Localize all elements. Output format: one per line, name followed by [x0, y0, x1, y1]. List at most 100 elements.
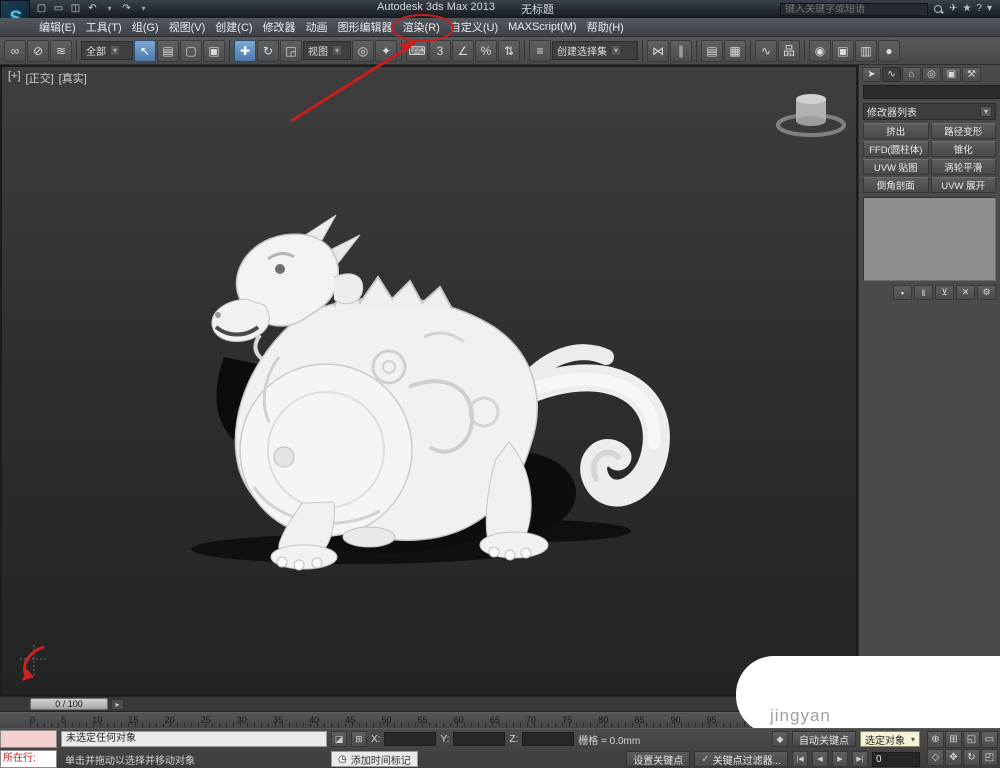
new-scene-button[interactable]: ▢ — [34, 2, 49, 16]
open-file-button[interactable]: ▭ — [51, 2, 66, 16]
maxscript-mini-listener[interactable]: 所在行: — [0, 750, 57, 768]
tab-hierarchy[interactable]: ⌂ — [902, 67, 921, 82]
viewport-shading-menu[interactable]: [真实] — [59, 70, 87, 86]
render-production-button[interactable]: ● — [878, 39, 900, 62]
modifier-button-bevel-profile[interactable]: 倒角剖面 — [863, 177, 929, 193]
search-icon[interactable] — [933, 4, 944, 15]
object-name-input[interactable] — [863, 85, 1000, 99]
make-unique-button[interactable]: ⊻ — [935, 285, 954, 300]
menu-maxscript[interactable]: MAXScript(M) — [503, 18, 581, 36]
set-key-button[interactable]: 设置关键点 — [626, 751, 691, 767]
viewport-general-menu[interactable]: [+] — [8, 70, 21, 86]
unlink-selection-button[interactable]: ⊘ — [27, 39, 49, 62]
redo-button[interactable]: ↷ — [119, 2, 134, 16]
next-frame-button[interactable]: ▸ — [111, 699, 124, 710]
orbit-button[interactable]: ↻ — [963, 749, 980, 766]
rectangular-selection-region-button[interactable]: ▢ — [180, 39, 202, 62]
align-button[interactable]: ∥ — [670, 39, 692, 62]
material-editor-button[interactable]: ◉ — [809, 39, 831, 62]
select-object-button[interactable]: ↖ — [134, 39, 156, 62]
viewport-pov-menu[interactable]: [正交] — [26, 70, 54, 86]
configure-modifier-sets-button[interactable]: ⚙ — [977, 285, 996, 300]
menu-rendering[interactable]: 渲染(R) — [390, 14, 455, 42]
remove-modifier-button[interactable]: ✕ — [956, 285, 975, 300]
tab-create[interactable]: ➤ — [862, 67, 881, 82]
modifier-button-taper[interactable]: 锥化 — [930, 141, 996, 157]
current-frame-input[interactable] — [872, 751, 920, 767]
undo-button[interactable]: ↶ — [85, 2, 100, 16]
layer-manager-button[interactable]: ▤ — [701, 39, 723, 62]
select-and-rotate-button[interactable]: ↻ — [257, 39, 279, 62]
window-crossing-toggle[interactable]: ▣ — [203, 39, 225, 62]
menu-animation[interactable]: 动画 — [301, 18, 333, 36]
modifier-list-dropdown[interactable]: 修改器列表 ▾ — [863, 103, 996, 120]
menu-graph-editors[interactable]: 图形编辑器 — [333, 18, 398, 36]
named-selection-set-dropdown[interactable]: 创建选择集 ▾ — [552, 41, 638, 60]
zoom-all-button[interactable]: ⊞ — [945, 731, 962, 748]
viewcube-widget[interactable] — [774, 87, 848, 139]
perspective-viewport[interactable]: [+] [正交] [真实] — [0, 65, 858, 696]
spinner-snap-toggle[interactable]: ⇅ — [498, 39, 520, 62]
save-file-button[interactable]: ◫ — [68, 2, 83, 16]
show-end-result-button[interactable]: ‖ — [914, 285, 933, 300]
menu-group[interactable]: 组(G) — [127, 18, 164, 36]
favorites-star-icon[interactable]: ★ — [962, 3, 971, 15]
zoom-button[interactable]: ⊕ — [927, 731, 944, 748]
angle-snap-toggle[interactable]: ∠ — [452, 39, 474, 62]
modifier-button-turbosmooth[interactable]: 涡轮平滑 — [930, 159, 996, 175]
zoom-region-button[interactable]: ▭ — [981, 731, 998, 748]
y-coordinate-input[interactable] — [453, 732, 506, 746]
x-coordinate-input[interactable] — [384, 732, 437, 746]
pin-stack-button[interactable]: ▪ — [893, 285, 912, 300]
select-and-scale-button[interactable]: ◲ — [280, 39, 302, 62]
select-and-link-button[interactable]: ∞ — [4, 39, 26, 62]
play-button[interactable]: ▶ — [832, 751, 848, 767]
bind-to-space-warp-button[interactable]: ≋ — [50, 39, 72, 62]
modifier-button-uvw-map[interactable]: UVW 贴图 — [863, 159, 929, 175]
pan-view-button[interactable]: ✥ — [945, 749, 962, 766]
schematic-view-button[interactable]: 品 — [778, 39, 800, 62]
percent-snap-toggle[interactable]: % — [475, 39, 497, 62]
menu-edit[interactable]: 编辑(E) — [34, 18, 81, 36]
track-bar-ruler[interactable]: 0 5 10 15 20 25 30 35 40 45 50 55 60 65 … — [0, 712, 858, 728]
help-dropdown-icon[interactable]: ▾ — [987, 3, 992, 15]
snaps-toggle-button[interactable]: 3 — [429, 39, 451, 62]
key-filters-button[interactable]: ✓ 关键点过滤器... — [694, 751, 788, 767]
tab-motion[interactable]: ◎ — [922, 67, 941, 82]
menu-create[interactable]: 创建(C) — [210, 18, 257, 36]
select-by-name-button[interactable]: ▤ — [157, 39, 179, 62]
add-time-tag-button[interactable]: ◷ 添加时间标记 — [331, 751, 418, 767]
menu-views[interactable]: 视图(V) — [164, 18, 211, 36]
z-coordinate-input[interactable] — [522, 732, 575, 746]
keyboard-shortcut-override-toggle[interactable]: ⌨ — [406, 39, 428, 62]
mirror-button[interactable]: ⋈ — [647, 39, 669, 62]
rendered-frame-window-button[interactable]: ▥ — [855, 39, 877, 62]
tab-utilities[interactable]: ⚒ — [962, 67, 981, 82]
time-slider-handle[interactable]: 0 / 100 — [30, 698, 108, 710]
menu-help[interactable]: 帮助(H) — [582, 18, 629, 36]
tab-modify[interactable]: ∿ — [882, 67, 901, 82]
zoom-extents-button[interactable]: ◱ — [963, 731, 980, 748]
statue-model[interactable] — [184, 207, 714, 587]
modifier-button-ffd-cylinder[interactable]: FFD(圆柱体) — [863, 141, 929, 157]
previous-frame-button[interactable]: ◀ — [812, 751, 828, 767]
auto-key-button[interactable]: 自动关键点 — [791, 731, 856, 747]
render-setup-button[interactable]: ▣ — [832, 39, 854, 62]
help-icon[interactable]: ? — [976, 3, 982, 15]
select-and-move-button[interactable]: ✚ — [234, 39, 256, 62]
absolute-offset-toggle[interactable]: ⊞ — [351, 731, 367, 747]
use-pivot-center-button[interactable]: ◎ — [352, 39, 374, 62]
graphite-ribbon-toggle[interactable]: ▦ — [724, 39, 746, 62]
redo-dropdown[interactable]: ▾ — [136, 2, 151, 16]
set-key-mode-toggle[interactable]: ◆ — [771, 731, 788, 747]
menu-tools[interactable]: 工具(T) — [81, 18, 127, 36]
edit-named-selection-sets-button[interactable]: ≡ — [529, 39, 551, 62]
search-input[interactable] — [780, 2, 929, 16]
modifier-button-path-deform[interactable]: 路径变形 — [930, 123, 996, 139]
modifier-button-unwrap-uvw[interactable]: UVW 展开 — [930, 177, 996, 193]
menu-customize[interactable]: 自定义(U) — [445, 18, 503, 36]
undo-dropdown[interactable]: ▾ — [102, 2, 117, 16]
maxscript-macro-recorder[interactable] — [0, 730, 57, 748]
modifier-button-extrude[interactable]: 挤出 — [863, 123, 929, 139]
go-to-end-button[interactable]: ▶| — [852, 751, 868, 767]
